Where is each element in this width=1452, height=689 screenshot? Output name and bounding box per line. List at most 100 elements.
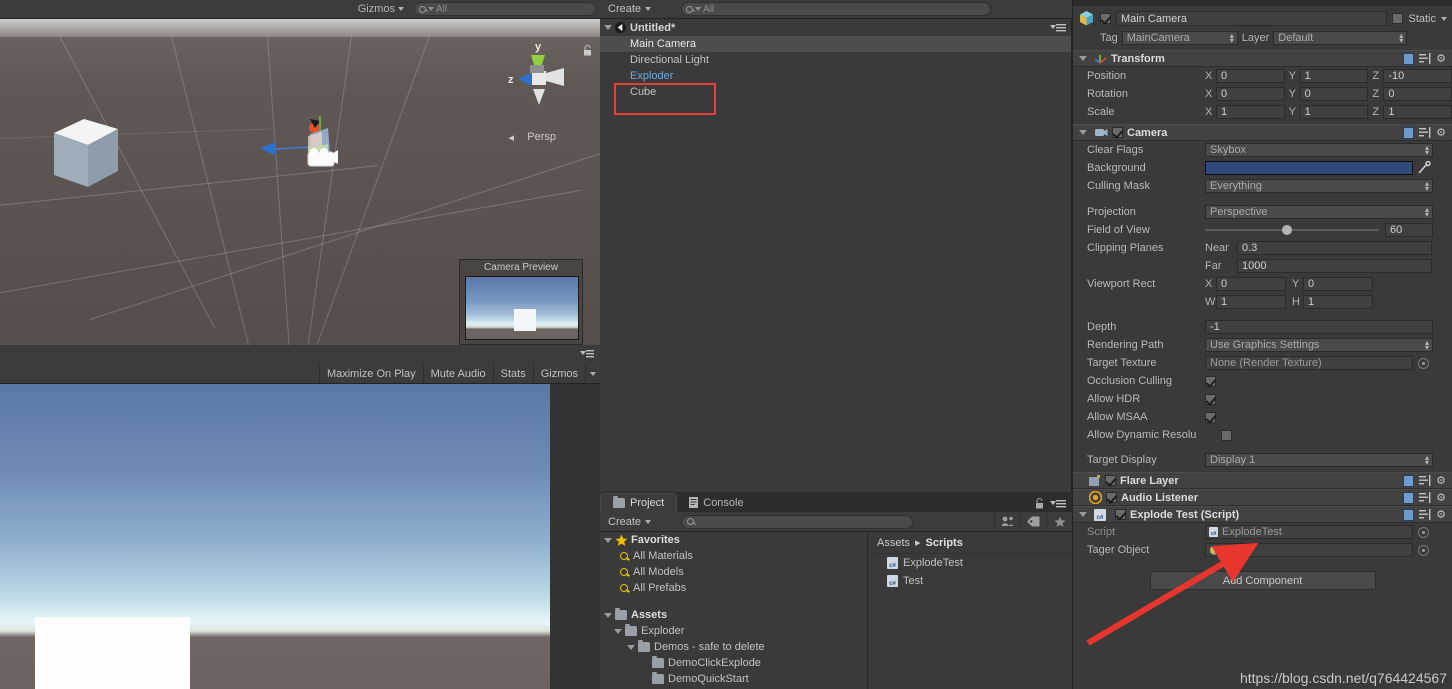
chevron-down-icon[interactable] (1079, 512, 1087, 517)
camera-enabled-checkbox[interactable] (1112, 127, 1123, 138)
project-folder-democlickexplode[interactable]: DemoClickExplode (600, 655, 867, 671)
hierarchy-scene-root[interactable]: Untitled* (600, 19, 1071, 36)
scale-x-field[interactable]: 1 (1216, 105, 1285, 119)
tab-console[interactable]: Console (677, 493, 755, 512)
explode-test-component-header[interactable]: c# Explode Test (Script) ⚙ (1073, 506, 1452, 523)
hierarchy-search-input[interactable]: All (681, 2, 992, 16)
fov-value-field[interactable]: 60 (1385, 223, 1433, 237)
viewport-w-field[interactable]: 1 (1216, 295, 1286, 309)
tager-object-field[interactable]: Cube (1205, 543, 1413, 557)
rotation-z-field[interactable]: 0 (1383, 87, 1452, 101)
game-panel-menu-icon[interactable] (580, 349, 594, 359)
flare-layer-component-header[interactable]: Flare Layer ⚙ (1073, 472, 1452, 489)
breadcrumb-root[interactable]: Assets (877, 537, 910, 549)
stats-button[interactable]: Stats (492, 364, 533, 383)
transform-component-header[interactable]: Transform ⚙ (1073, 50, 1452, 67)
gear-icon[interactable]: ⚙ (1436, 126, 1446, 139)
camera-component-header[interactable]: Camera ⚙ (1073, 124, 1452, 141)
allow-dynamic-resolution-checkbox[interactable] (1221, 429, 1232, 441)
audio-listener-enabled-checkbox[interactable] (1106, 492, 1117, 503)
help-book-icon[interactable] (1403, 474, 1415, 487)
allow-hdr-checkbox[interactable] (1205, 393, 1216, 405)
scene-cube-object[interactable] (40, 111, 120, 191)
static-checkbox[interactable] (1392, 13, 1404, 24)
target-texture-picker-icon[interactable] (1418, 357, 1429, 369)
hierarchy-item-directional-light[interactable]: Directional Light (600, 52, 1071, 68)
viewport-h-field[interactable]: 1 (1303, 295, 1373, 309)
viewport-y-field[interactable]: 0 (1303, 277, 1373, 291)
chevron-down-icon[interactable] (1079, 56, 1087, 61)
project-search-input[interactable] (681, 514, 914, 529)
project-favorite-all-prefabs[interactable]: All Prefabs (600, 580, 867, 596)
static-dropdown-chevron-icon[interactable] (1441, 16, 1447, 21)
gear-icon[interactable]: ⚙ (1436, 474, 1446, 487)
filter-by-type-button[interactable] (994, 512, 1020, 531)
project-lock-icon[interactable] (1035, 498, 1044, 509)
project-folder-exploder[interactable]: Exploder (600, 623, 867, 639)
viewport-x-field[interactable]: 0 (1216, 277, 1286, 291)
script-picker-icon[interactable] (1418, 526, 1429, 538)
fov-slider[interactable] (1205, 225, 1379, 235)
hierarchy-item-main-camera[interactable]: Main Camera (600, 36, 1071, 52)
occlusion-culling-checkbox[interactable] (1205, 375, 1216, 387)
depth-field[interactable]: -1 (1205, 320, 1433, 334)
far-field[interactable]: 1000 (1237, 259, 1432, 273)
chevron-down-icon[interactable] (604, 612, 612, 618)
project-favorites-root[interactable]: Favorites (600, 532, 867, 548)
chevron-down-icon[interactable] (1079, 130, 1087, 135)
favorites-filter-button[interactable] (1046, 512, 1072, 531)
scene-projection-label[interactable]: Persp (527, 131, 556, 143)
rotation-y-field[interactable]: 0 (1299, 87, 1369, 101)
chevron-down-icon[interactable] (604, 537, 612, 543)
target-texture-field[interactable]: None (Render Texture) (1205, 356, 1413, 370)
position-z-field[interactable]: -10 (1383, 69, 1452, 83)
add-component-button[interactable]: Add Component (1149, 571, 1376, 590)
allow-msaa-checkbox[interactable] (1205, 411, 1216, 423)
tag-dropdown[interactable]: MainCamera ▴ ▾ (1121, 30, 1238, 45)
gameobject-name-field[interactable]: Main Camera (1116, 11, 1388, 26)
project-folder-demoquickstart[interactable]: DemoQuickStart (600, 671, 867, 687)
maximize-on-play-button[interactable]: Maximize On Play (318, 364, 423, 383)
hierarchy-item-exploder[interactable]: Exploder (600, 68, 1071, 84)
chevron-down-icon[interactable] (627, 644, 635, 650)
project-file-test[interactable]: c# Test (869, 572, 1071, 590)
layer-dropdown[interactable]: Default ▴ ▾ (1273, 30, 1408, 45)
project-panel-menu-icon[interactable] (1050, 499, 1066, 509)
clear-flags-dropdown[interactable]: Skybox ▴ ▾ (1205, 143, 1433, 157)
scene-axis-gizmo[interactable]: y z (506, 37, 572, 115)
audio-listener-component-header[interactable]: Audio Listener ⚙ (1073, 489, 1452, 506)
hierarchy-panel-menu-icon[interactable] (1050, 23, 1066, 33)
preset-icon[interactable] (1419, 53, 1431, 64)
gameobject-enabled-checkbox[interactable] (1100, 13, 1111, 24)
project-favorite-all-models[interactable]: All Models (600, 564, 867, 580)
game-gizmos-dropdown[interactable] (585, 364, 600, 383)
hierarchy-item-cube[interactable]: Cube (600, 84, 1071, 100)
explode-test-enabled-checkbox[interactable] (1115, 509, 1126, 520)
help-book-icon[interactable] (1403, 491, 1415, 504)
help-book-icon[interactable] (1403, 126, 1415, 139)
scene-gizmos-button[interactable]: Gizmos (352, 1, 410, 17)
tab-project[interactable]: Project (600, 493, 678, 512)
help-book-icon[interactable] (1403, 508, 1415, 521)
position-y-field[interactable]: 1 (1299, 69, 1369, 83)
scene-lock-icon[interactable] (583, 45, 592, 56)
persp-left-arrow-icon[interactable]: ◂ (508, 131, 514, 144)
project-assets-root[interactable]: Assets (600, 607, 867, 623)
mute-audio-button[interactable]: Mute Audio (422, 364, 493, 383)
scene-search-input[interactable]: All (414, 2, 596, 16)
hierarchy-create-button[interactable]: Create (600, 1, 659, 18)
rotation-x-field[interactable]: 0 (1216, 87, 1285, 101)
fov-slider-knob[interactable] (1281, 225, 1292, 235)
gear-icon[interactable]: ⚙ (1436, 52, 1446, 65)
preset-icon[interactable] (1419, 509, 1431, 520)
help-book-icon[interactable] (1403, 52, 1415, 65)
preset-icon[interactable] (1419, 492, 1431, 503)
game-gizmos-button[interactable]: Gizmos (532, 364, 585, 383)
gear-icon[interactable]: ⚙ (1436, 491, 1446, 504)
background-color-swatch[interactable] (1205, 161, 1413, 175)
target-display-dropdown[interactable]: Display 1 ▴ ▾ (1205, 453, 1433, 467)
main-camera-gizmo[interactable] (258, 114, 338, 184)
gear-icon[interactable]: ⚙ (1436, 508, 1446, 521)
flare-layer-enabled-checkbox[interactable] (1105, 475, 1116, 486)
project-favorite-all-materials[interactable]: All Materials (600, 548, 867, 564)
